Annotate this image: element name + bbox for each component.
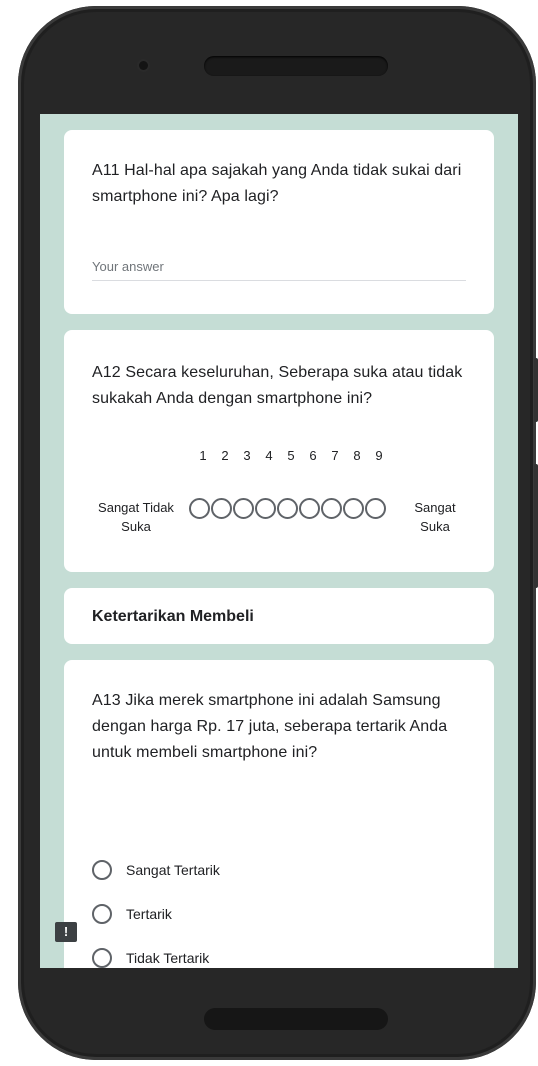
- scale-number: 2: [221, 448, 229, 463]
- form-screen[interactable]: A11 Hal-hal apa sajakah yang Anda tidak …: [40, 114, 518, 968]
- report-feedback-icon[interactable]: !: [55, 922, 77, 942]
- radio-button[interactable]: [92, 860, 112, 880]
- power-button: [534, 464, 538, 588]
- scale-number: 3: [243, 448, 251, 463]
- scale-number: 1: [199, 448, 207, 463]
- scale-radio-4[interactable]: [254, 498, 276, 519]
- scale-numbers: 1 2 3 4 5 6 7 8 9: [192, 448, 390, 463]
- answer-field-a11[interactable]: Your answer: [92, 258, 466, 281]
- front-camera: [139, 61, 148, 70]
- option-label: Sangat Tertarik: [126, 862, 220, 878]
- section-title: Ketertarikan Membeli: [92, 608, 254, 625]
- scale-high-label: Sangat Suka: [414, 500, 456, 534]
- option-tertarik[interactable]: Tertarik: [92, 904, 172, 924]
- section-card: Ketertarikan Membeli: [64, 588, 494, 644]
- scale-radio-5[interactable]: [276, 498, 298, 519]
- radio-button[interactable]: [92, 948, 112, 968]
- bottom-speaker: [204, 1008, 388, 1030]
- earpiece-speaker: [204, 56, 388, 76]
- scale-radio-1[interactable]: [188, 498, 210, 519]
- radio-button[interactable]: [92, 904, 112, 924]
- question-title-a12: A12 Secara keseluruhan, Seberapa suka at…: [92, 364, 463, 407]
- option-label: Tidak Tertarik: [126, 950, 210, 966]
- scale-radio-2[interactable]: [210, 498, 232, 519]
- scale-options: [188, 498, 386, 519]
- scale-number: 8: [353, 448, 361, 463]
- scale-radio-6[interactable]: [298, 498, 320, 519]
- option-tidak-tertarik[interactable]: Tidak Tertarik: [92, 948, 209, 968]
- volume-button: [534, 358, 538, 422]
- scale-radio-3[interactable]: [232, 498, 254, 519]
- option-sangat-tertarik[interactable]: Sangat Tertarik: [92, 860, 220, 880]
- scale-number: 4: [265, 448, 273, 463]
- answer-placeholder: Your answer: [92, 259, 164, 274]
- question-card-a11: A11 Hal-hal apa sajakah yang Anda tidak …: [64, 130, 494, 314]
- option-label: Tertarik: [126, 906, 172, 922]
- scale-low-label: Sangat Tidak Suka: [98, 500, 174, 534]
- scale-number: 5: [287, 448, 295, 463]
- scale-radio-9[interactable]: [364, 498, 386, 519]
- scale-number: 6: [309, 448, 317, 463]
- scale-radio-7[interactable]: [320, 498, 342, 519]
- scale-radio-8[interactable]: [342, 498, 364, 519]
- question-card-a13: A13 Jika merek smartphone ini adalah Sam…: [64, 660, 494, 968]
- question-card-a12: A12 Secara keseluruhan, Seberapa suka at…: [64, 330, 494, 572]
- scale-number: 7: [331, 448, 339, 463]
- question-title-a13: A13 Jika merek smartphone ini adalah Sam…: [92, 692, 448, 761]
- scale-number: 9: [375, 448, 383, 463]
- question-title-a11: A11 Hal-hal apa sajakah yang Anda tidak …: [92, 162, 462, 205]
